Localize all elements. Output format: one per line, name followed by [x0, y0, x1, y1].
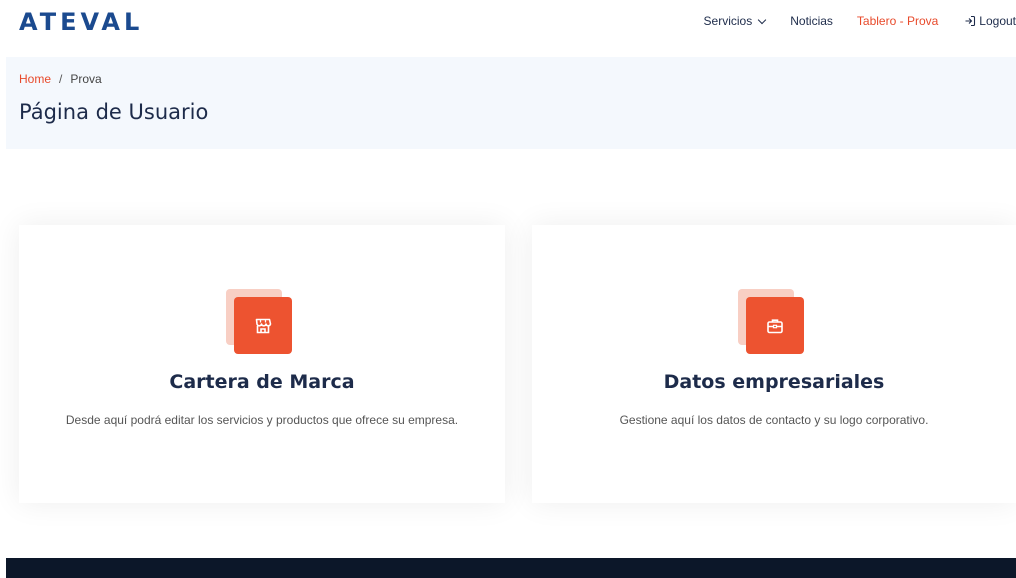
main-content: Cartera de Marca Desde aquí podrá editar… — [6, 149, 1016, 558]
card-icon-box — [738, 289, 804, 355]
breadcrumb-home-link[interactable]: Home — [19, 72, 51, 86]
card-description: Gestione aquí los datos de contacto y su… — [619, 413, 929, 427]
icon-tile — [234, 297, 292, 354]
main-nav: Servicios Noticias Tablero - Prova Logou… — [704, 12, 1016, 30]
breadcrumb-separator: / — [59, 72, 63, 86]
company-data-card[interactable]: Datos empresariales Gestione aquí los da… — [532, 225, 1016, 503]
card-icon-box — [226, 289, 292, 355]
nav-services-dropdown[interactable]: Servicios — [703, 14, 767, 28]
site-header: ATEVAL Servicios Noticias Tablero - Prov… — [0, 0, 1016, 57]
breadcrumb-band: Home / Prova Página de Usuario — [6, 57, 1016, 149]
nav-news-link[interactable]: Noticias — [790, 14, 833, 28]
site-logo[interactable]: ATEVAL — [19, 8, 143, 36]
card-title: Datos empresariales — [663, 371, 885, 393]
nav-board-link[interactable]: Tablero - Prova — [857, 14, 938, 28]
card-description: Desde aquí podrá editar los servicios y … — [65, 413, 459, 427]
nav-board-label: Tablero - Prova — [856, 14, 939, 28]
brand-portfolio-card[interactable]: Cartera de Marca Desde aquí podrá editar… — [19, 225, 505, 503]
logout-icon — [965, 15, 976, 27]
logout-button[interactable]: Logout — [964, 14, 1016, 28]
page-title: Página de Usuario — [19, 100, 209, 124]
storefront-icon — [255, 318, 272, 333]
nav-services-label: Servicios — [703, 14, 753, 28]
breadcrumb: Home / Prova — [19, 72, 102, 86]
briefcase-icon — [767, 318, 783, 333]
nav-news-label: Noticias — [790, 14, 833, 28]
card-title: Cartera de Marca — [169, 371, 355, 393]
breadcrumb-current: Prova — [70, 72, 102, 86]
chevron-down-icon — [757, 15, 767, 24]
logout-label: Logout — [979, 14, 1016, 28]
site-footer — [6, 558, 1016, 578]
icon-tile — [746, 297, 804, 354]
